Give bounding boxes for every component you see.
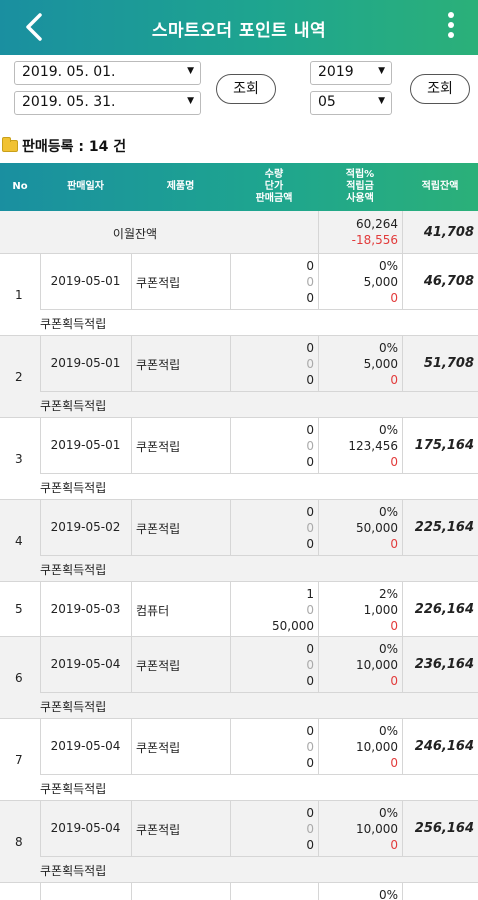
table-row[interactable]: 2 2019-05-01 쿠폰적립 0 0 0 0% 5,000 0 51,708 쿠폰획득적립 (0, 336, 478, 418)
row-rate-points-used: 0% 5,000 0 (363, 341, 398, 387)
carryover-label: 이월잔액 (112, 227, 158, 241)
row-number: 8 (15, 835, 23, 849)
table-row[interactable]: 4 2019-05-02 쿠폰적립 0 0 0 0% 50,000 0 225,164 쿠폰획득적립 (0, 500, 478, 582)
row-rate-points-used: 0% 123,456 0 (348, 423, 398, 469)
month-select[interactable]: 05 ▼ (310, 91, 392, 115)
dropdown-arrow-icon: ▼ (378, 66, 385, 76)
folder-icon (2, 137, 18, 152)
row-product: 쿠폰적립 (136, 358, 181, 372)
table-row[interactable]: 3 2019-05-01 쿠폰적립 0 0 0 0% 123,456 0 175,164 쿠폰획득적… (0, 418, 478, 500)
row-balance: 225,164 (414, 520, 474, 535)
row-rate-points-used: 0% 10,000 0 (356, 642, 398, 688)
header-rate-points-used: 적립% 적립금 사용액 (345, 169, 375, 204)
row-qty-price-amount: 1 0 50,000 (272, 587, 314, 633)
row-number: 2 (15, 370, 23, 384)
search-button-month[interactable]: 조회 (410, 74, 470, 104)
carryover-balance: 41,708 (423, 225, 474, 240)
header-balance: 적립잔액 (421, 181, 459, 192)
row-note: 쿠폰획득적립 (40, 399, 107, 413)
app-header: 스마트오더 포인트 내역 (0, 0, 478, 55)
row-date: 2019-05-03 (50, 602, 121, 616)
header-product: 제품명 (166, 181, 195, 192)
more-vertical-icon[interactable] (446, 12, 456, 44)
row-rate-points-used: 0% 50,000 0 (356, 505, 398, 551)
row-note: 쿠폰획득적립 (40, 782, 107, 796)
filter-panel: 2019. 05. 01. ▼ 2019. 05. 31. ▼ 조회 2019 … (0, 55, 478, 125)
row-balance: 175,164 (414, 438, 474, 453)
dropdown-arrow-icon: ▼ (378, 96, 385, 106)
header-no: No (12, 181, 28, 192)
header-qty-price-amount: 수량 단가 판매금액 (255, 169, 293, 204)
table-row[interactable]: 1 2019-05-01 쿠폰적립 0 0 0 0% 5,000 0 46,708 쿠폰획득적립 (0, 254, 478, 336)
dropdown-arrow-icon: ▼ (187, 96, 194, 106)
row-balance: 226,164 (414, 602, 474, 617)
row-qty-price-amount: 000 (306, 806, 314, 852)
row-balance: 51,708 (423, 356, 474, 371)
row-qty-price-amount: 000 (306, 341, 314, 387)
dropdown-arrow-icon: ▼ (187, 66, 194, 76)
row-number: 3 (15, 452, 23, 466)
row-rate-points-used: 0% 10,000 0 (356, 806, 398, 852)
table-row[interactable]: 7 2019-05-04 쿠폰적립 0 0 0 0% 10,000 0 246,164 쿠폰획득적립 (0, 719, 478, 801)
row-product: 쿠폰적립 (136, 823, 181, 837)
row-qty-price-amount: 000 (306, 642, 314, 688)
search-button-date-range[interactable]: 조회 (216, 74, 276, 104)
carryover-values: 60,264 -18,556 (351, 217, 398, 247)
row-product: 컴퓨터 (136, 604, 170, 618)
table-row[interactable]: 8 2019-05-04 쿠폰적립 0 0 0 0% 10,000 0 256,164 쿠폰획득적립 (0, 801, 478, 883)
row-qty-price-amount: 000 (306, 259, 314, 305)
page-title: 스마트오더 포인트 내역 (151, 21, 327, 41)
row-number: 1 (15, 288, 23, 302)
end-date-select[interactable]: 2019. 05. 31. ▼ (14, 91, 201, 115)
row-product: 쿠폰적립 (136, 522, 181, 536)
row-product: 쿠폰적립 (136, 741, 181, 755)
row-date: 2019-05-02 (50, 520, 121, 534)
row-balance: 246,164 (414, 739, 474, 754)
row-rate-points-used: 2% 1,000 0 (363, 587, 398, 633)
start-date-select[interactable]: 2019. 05. 01. ▼ (14, 61, 201, 85)
row-date: 2019-05-01 (50, 438, 121, 452)
sales-count-heading: 판매등록 : 14 건 (2, 136, 126, 156)
row-note: 쿠폰획득적립 (40, 317, 107, 331)
row-balance: 236,164 (414, 657, 474, 672)
row-product: 쿠폰적립 (136, 276, 181, 290)
row-rate-points-used: 0% 5,000 0 (363, 259, 398, 305)
row-number: 7 (15, 753, 23, 767)
table-row[interactable]: 6 2019-05-04 쿠폰적립 0 0 0 0% 10,000 0 236,164 쿠폰획득적립 (0, 637, 478, 719)
row-note: 쿠폰획득적립 (40, 481, 107, 495)
row-rate-points-used: 0% (378, 888, 398, 900)
row-rate-points-used: 0% 10,000 0 (356, 724, 398, 770)
row-date: 2019-05-04 (50, 657, 121, 671)
row-date: 2019-05-04 (50, 821, 121, 835)
table-row[interactable]: 5 2019-05-03 컴퓨터 1 0 50,000 2% 1,000 0 226,164 (0, 582, 478, 637)
row-date: 2019-05-04 (50, 739, 121, 753)
year-select[interactable]: 2019 ▼ (310, 61, 392, 85)
carryover-row: 이월잔액 60,264 -18,556 41,708 (0, 211, 478, 254)
row-qty-price-amount: 000 (306, 505, 314, 551)
row-number: 4 (15, 534, 23, 548)
table-row[interactable]: 0% (0, 883, 478, 900)
row-date: 2019-05-01 (50, 274, 121, 288)
row-note: 쿠폰획득적립 (40, 563, 107, 577)
header-date: 판매일자 (67, 181, 104, 192)
row-balance: 256,164 (414, 821, 474, 836)
row-product: 쿠폰적립 (136, 659, 181, 673)
row-date: 2019-05-01 (50, 356, 121, 370)
row-note: 쿠폰획득적립 (40, 864, 107, 878)
row-product: 쿠폰적립 (136, 440, 181, 454)
row-qty-price-amount: 000 (306, 423, 314, 469)
row-note: 쿠폰획득적립 (40, 700, 107, 714)
table-header: No 판매일자 제품명 수량 단가 판매금액 적립% 적립금 사용액 적립잔액 (0, 163, 478, 211)
row-number: 5 (15, 602, 23, 616)
row-qty-price-amount: 000 (306, 724, 314, 770)
row-balance: 46,708 (423, 274, 474, 289)
row-number: 6 (15, 671, 23, 685)
